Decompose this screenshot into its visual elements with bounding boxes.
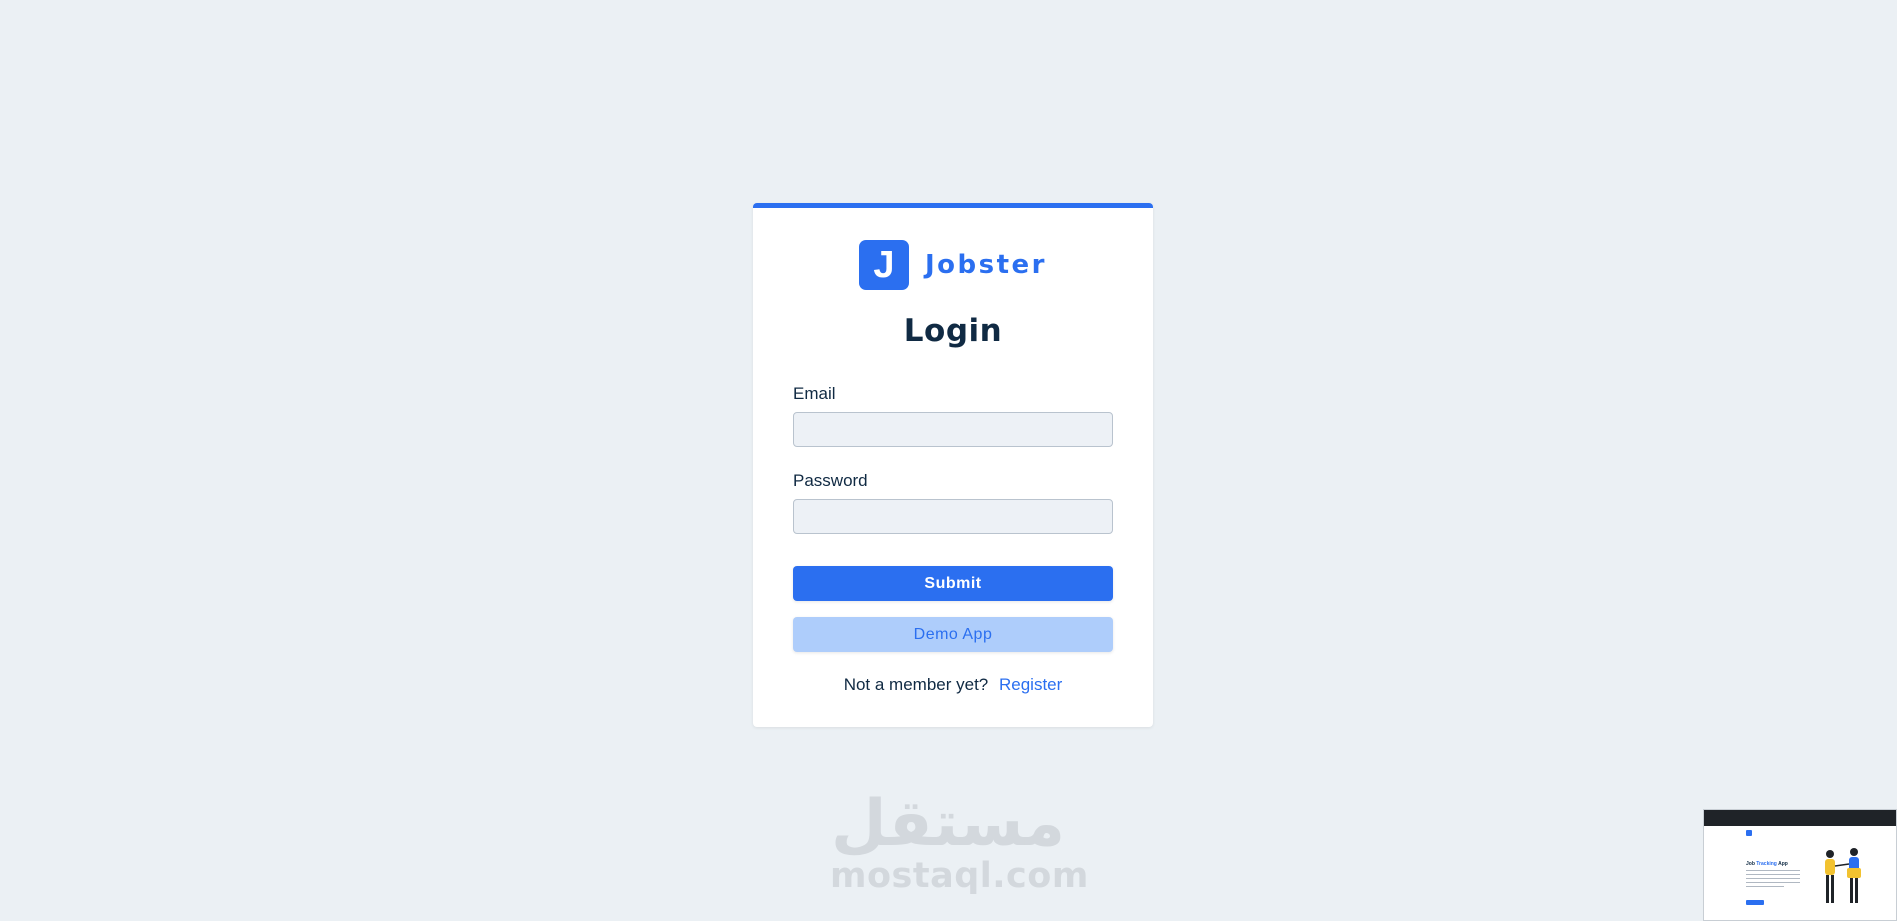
preview-heading-accent: Tracking: [1756, 861, 1777, 867]
submit-button[interactable]: Submit: [793, 566, 1113, 601]
preview-paragraph: [1746, 870, 1800, 890]
watermark-domain: mostaql.com: [830, 856, 1089, 896]
register-prompt-text: Not a member yet?: [843, 675, 989, 694]
brand-logo: J Jobster: [753, 240, 1153, 290]
page-preview-thumbnail[interactable]: Job Tracking App: [1703, 809, 1897, 921]
email-label: Email: [793, 384, 836, 403]
preview-button: [1746, 900, 1764, 905]
page-title: Login: [903, 313, 1003, 349]
demo-app-button[interactable]: Demo App: [793, 617, 1113, 652]
watermark-arabic: مستقل: [830, 787, 1066, 861]
preview-heading-prefix: Job: [1746, 861, 1755, 867]
register-link[interactable]: Register: [999, 675, 1062, 694]
preview-illustration-icon: [1825, 848, 1861, 903]
password-field[interactable]: [793, 499, 1113, 534]
watermark: مستقل mostaql.com: [830, 787, 1089, 896]
preview-heading-suffix: App: [1778, 861, 1788, 867]
brand-name: Jobster: [924, 250, 1047, 280]
email-field[interactable]: [793, 412, 1113, 447]
register-prompt: Not a member yet? Register: [753, 675, 1153, 695]
login-card: J Jobster Login Email Password Submit De…: [753, 203, 1153, 727]
preview-logo-icon: [1746, 830, 1754, 836]
logo-mark-icon: J: [858, 240, 909, 290]
preview-heading: Job Tracking App: [1746, 861, 1788, 867]
password-label: Password: [793, 471, 868, 490]
preview-browser-bar: [1704, 810, 1896, 826]
